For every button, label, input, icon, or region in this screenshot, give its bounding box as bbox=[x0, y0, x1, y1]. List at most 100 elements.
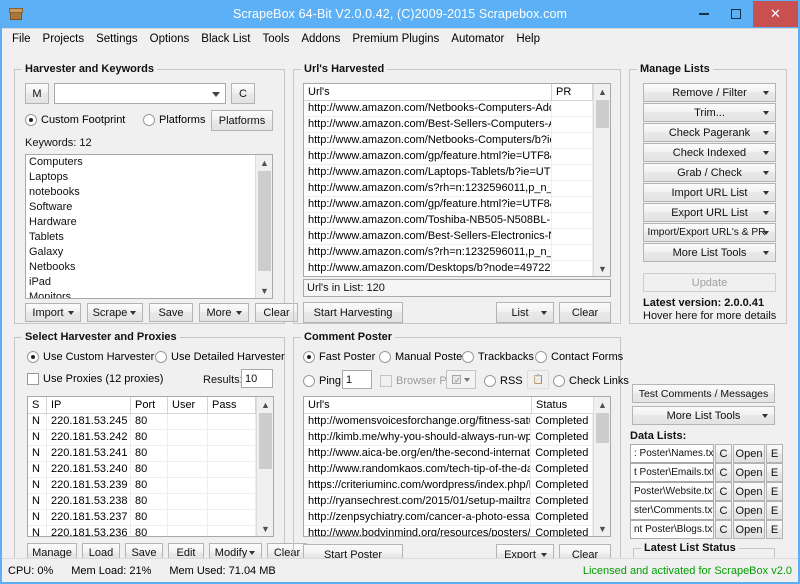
data-list-e-button[interactable]: E bbox=[766, 520, 783, 539]
start-poster-button[interactable]: Start Poster bbox=[303, 544, 403, 558]
table-row[interactable]: http://www.amazon.com/s?rh=n:1232596011,… bbox=[304, 245, 593, 261]
radio-ping[interactable]: Ping bbox=[303, 375, 341, 387]
footprint-m-button[interactable]: M bbox=[25, 83, 49, 104]
radio-fast-poster[interactable]: Fast Poster bbox=[303, 351, 375, 363]
table-row[interactable]: http://www.amazon.com/gp/feature.html?ie… bbox=[304, 197, 593, 213]
more-list-tools-button[interactable]: More List Tools bbox=[643, 243, 776, 262]
menu-projects[interactable]: Projects bbox=[37, 31, 91, 47]
proxies-grid[interactable]: S IP Port User Pass N220.181.53.24580 N2… bbox=[27, 396, 274, 537]
table-row[interactable]: http://www.randomkaos.com/tech-tip-of-th… bbox=[304, 462, 593, 478]
poster-scrollbar[interactable]: ▲ ▼ bbox=[593, 397, 610, 536]
column-s[interactable]: S bbox=[28, 397, 47, 413]
poster-clear-button[interactable]: Clear bbox=[559, 544, 611, 558]
keywords-listbox[interactable]: Computers Laptops notebooks Software Har… bbox=[25, 154, 273, 299]
list-item[interactable]: Galaxy bbox=[29, 245, 255, 260]
data-list-open-button[interactable]: Open bbox=[733, 463, 765, 482]
column-pass[interactable]: Pass bbox=[208, 397, 256, 413]
menu-addons[interactable]: Addons bbox=[295, 31, 346, 47]
import-url-list-button[interactable]: Import URL List bbox=[643, 183, 776, 202]
menu-file[interactable]: File bbox=[6, 31, 37, 47]
data-list-c-button[interactable]: C bbox=[715, 463, 732, 482]
export-url-list-button[interactable]: Export URL List bbox=[643, 203, 776, 222]
proxies-manage-button[interactable]: Manage bbox=[27, 543, 77, 558]
remove-filter-button[interactable]: Remove / Filter bbox=[643, 83, 776, 102]
data-list-e-button[interactable]: E bbox=[766, 444, 783, 463]
table-row[interactable]: http://zenpsychiatry.com/cancer-a-photo-… bbox=[304, 510, 593, 526]
scrollbar-thumb[interactable] bbox=[259, 413, 272, 469]
table-row[interactable]: N220.181.53.23880 bbox=[28, 494, 256, 510]
data-list-c-button[interactable]: C bbox=[715, 444, 732, 463]
table-row[interactable]: http://www.amazon.com/Toshiba-NB505-N508… bbox=[304, 213, 593, 229]
footprint-combo[interactable] bbox=[54, 83, 226, 104]
list-item[interactable]: Netbooks bbox=[29, 260, 255, 275]
urls-harvested-grid[interactable]: Url's PR http://www.amazon.com/Netbooks-… bbox=[303, 83, 611, 277]
radio-rss[interactable]: RSS bbox=[484, 375, 523, 387]
keywords-scrape-button[interactable]: Scrape bbox=[87, 303, 143, 322]
list-item[interactable]: Monitors bbox=[29, 290, 255, 298]
column-user[interactable]: User bbox=[168, 397, 208, 413]
scrollbar-thumb[interactable] bbox=[596, 413, 609, 443]
proxies-modify-button[interactable]: Modify bbox=[209, 543, 262, 558]
radio-use-detailed-harvester[interactable]: Use Detailed Harvester bbox=[155, 351, 285, 363]
proxies-save-button[interactable]: Save bbox=[125, 543, 163, 558]
list-item[interactable]: Tablets bbox=[29, 230, 255, 245]
radio-custom-footprint[interactable]: Custom Footprint bbox=[25, 114, 125, 126]
table-row[interactable]: N220.181.53.24580 bbox=[28, 414, 256, 430]
scroll-up-icon[interactable]: ▲ bbox=[594, 84, 611, 99]
keywords-more-button[interactable]: More bbox=[199, 303, 249, 322]
table-row[interactable]: https://criteriuminc.com/wordpress/index… bbox=[304, 478, 593, 494]
test-comments-messages-button[interactable]: Test Comments / Messages bbox=[632, 384, 775, 403]
column-port[interactable]: Port bbox=[131, 397, 168, 413]
radio-use-custom-harvester[interactable]: Use Custom Harvester bbox=[27, 351, 154, 363]
radio-trackbacks[interactable]: Trackbacks bbox=[462, 351, 534, 363]
scrollbar-thumb[interactable] bbox=[596, 100, 609, 128]
check-pagerank-button[interactable]: Check Pagerank bbox=[643, 123, 776, 142]
data-list-e-button[interactable]: E bbox=[766, 482, 783, 501]
comment-poster-grid[interactable]: Url's Status http://womensvoicesforchang… bbox=[303, 396, 611, 537]
list-item[interactable]: iPad bbox=[29, 275, 255, 290]
data-list-path-field[interactable]: nt Poster\Blogs.txt bbox=[630, 520, 714, 539]
more-list-tools-button-2[interactable]: More List Tools bbox=[632, 406, 775, 425]
menu-premium-plugins[interactable]: Premium Plugins bbox=[346, 31, 445, 47]
check-indexed-button[interactable]: Check Indexed bbox=[643, 143, 776, 162]
trim-button[interactable]: Trim... bbox=[643, 103, 776, 122]
list-item[interactable]: notebooks bbox=[29, 185, 255, 200]
column-urls[interactable]: Url's bbox=[304, 84, 552, 100]
import-export-urls-pr-button[interactable]: Import/Export URL's & PR bbox=[643, 223, 776, 242]
table-row[interactable]: http://kimb.me/why-you-should-always-run… bbox=[304, 430, 593, 446]
menu-black-list[interactable]: Black List bbox=[195, 31, 256, 47]
table-row[interactable]: http://www.amazon.com/gp/feature.html?ie… bbox=[304, 149, 593, 165]
scroll-down-icon[interactable]: ▼ bbox=[257, 521, 274, 536]
data-list-path-field[interactable]: : Poster\Names.txt bbox=[630, 444, 714, 463]
proxies-edit-button[interactable]: Edit bbox=[168, 543, 204, 558]
keywords-save-button[interactable]: Save bbox=[149, 303, 193, 322]
column-urls[interactable]: Url's bbox=[304, 397, 532, 413]
list-item[interactable]: Computers bbox=[29, 155, 255, 170]
scroll-down-icon[interactable]: ▼ bbox=[594, 261, 611, 276]
column-pr[interactable]: PR bbox=[552, 84, 593, 100]
table-row[interactable]: N220.181.53.24080 bbox=[28, 462, 256, 478]
data-list-open-button[interactable]: Open bbox=[733, 482, 765, 501]
data-list-open-button[interactable]: Open bbox=[733, 501, 765, 520]
table-row[interactable]: N220.181.53.23680 bbox=[28, 526, 256, 536]
radio-contact-forms[interactable]: Contact Forms bbox=[535, 351, 623, 363]
grab-check-button[interactable]: Grab / Check bbox=[643, 163, 776, 182]
scroll-up-icon[interactable]: ▲ bbox=[257, 397, 274, 412]
table-row[interactable]: http://www.amazon.com/Netbooks-Computers… bbox=[304, 133, 593, 149]
results-input[interactable]: 10 bbox=[241, 369, 273, 388]
table-row[interactable]: N220.181.53.23780 bbox=[28, 510, 256, 526]
data-list-path-field[interactable]: Poster\Website.txt bbox=[630, 482, 714, 501]
table-row[interactable]: N220.181.53.24280 bbox=[28, 430, 256, 446]
poster-export-button[interactable]: Export bbox=[496, 544, 554, 558]
menu-tools[interactable]: Tools bbox=[257, 31, 296, 47]
table-row[interactable]: http://www.amazon.com/s?rh=n:1232596011,… bbox=[304, 181, 593, 197]
checkbox-use-proxies[interactable]: Use Proxies (12 proxies) bbox=[27, 373, 163, 385]
menu-settings[interactable]: Settings bbox=[90, 31, 144, 47]
table-row[interactable]: http://womensvoicesforchange.org/fitness… bbox=[304, 414, 593, 430]
urls-clear-button[interactable]: Clear bbox=[559, 302, 611, 323]
data-list-path-field[interactable]: t Poster\Emails.txt bbox=[630, 463, 714, 482]
column-status[interactable]: Status bbox=[532, 397, 594, 413]
table-row[interactable]: http://ryansechrest.com/2015/01/setup-ma… bbox=[304, 494, 593, 510]
platforms-button[interactable]: Platforms bbox=[211, 110, 273, 131]
menu-automator[interactable]: Automator bbox=[445, 31, 510, 47]
